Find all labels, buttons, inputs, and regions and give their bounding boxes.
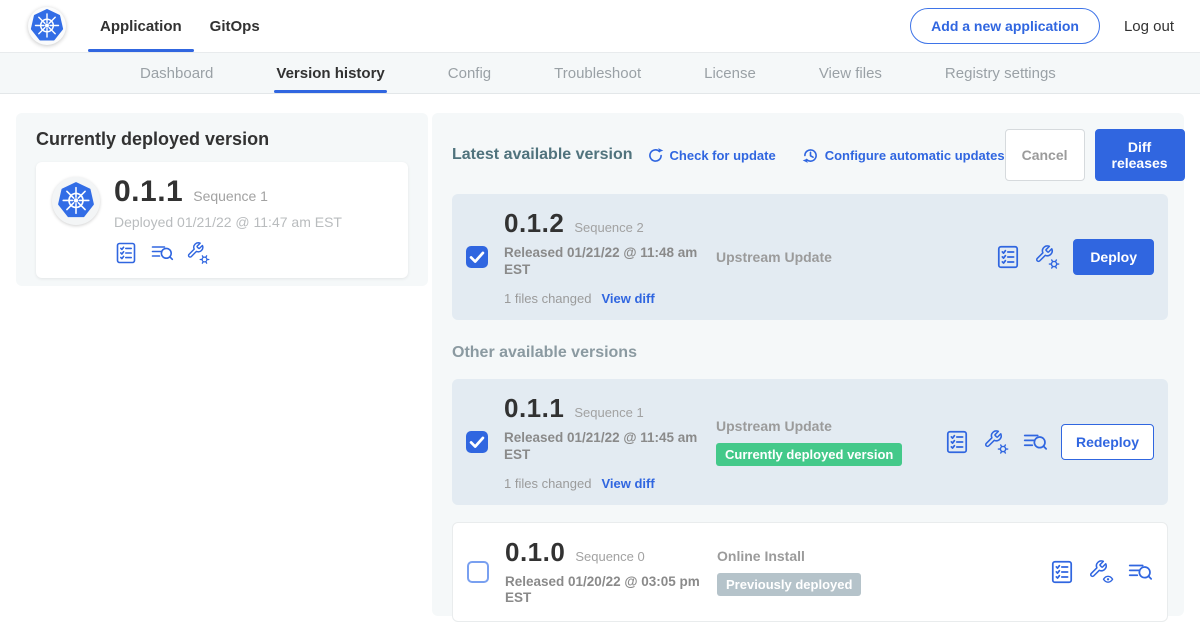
source-label: Upstream Update <box>716 249 995 265</box>
deployed-timestamp: Deployed 01/21/22 @ 11:47 am EST <box>114 214 342 230</box>
kubernetes-app-icon <box>52 177 100 225</box>
released-timestamp: Released 01/21/22 @ 11:45 am EST <box>504 430 702 464</box>
sequence-label: Sequence 1 <box>574 405 643 420</box>
deploy-button[interactable]: Deploy <box>1073 239 1154 275</box>
files-changed-label: 1 files changed <box>504 291 591 306</box>
version-number: 0.1.0 <box>505 537 565 568</box>
view-config-icon[interactable] <box>1088 559 1114 585</box>
diff-releases-button[interactable]: Diff releases <box>1095 129 1185 181</box>
latest-version-title: Latest available version <box>452 146 633 164</box>
edit-config-icon[interactable] <box>186 241 210 265</box>
version-number: 0.1.2 <box>504 208 564 239</box>
version-card-0-1-0: 0.1.0 Sequence 0 Released 01/20/22 @ 03:… <box>452 522 1168 623</box>
version-number: 0.1.1 <box>504 393 564 424</box>
subnav-dashboard[interactable]: Dashboard <box>140 53 213 93</box>
sequence-label: Sequence 0 <box>575 549 644 564</box>
topnav-tabs: Application GitOps <box>86 0 274 52</box>
currently-deployed-badge: Currently deployed version <box>716 443 902 466</box>
version-card-0-1-1: 0.1.1 Sequence 1 Released 01/21/22 @ 11:… <box>452 379 1168 505</box>
logout-link[interactable]: Log out <box>1124 18 1174 35</box>
configure-automatic-updates-link[interactable]: Configure automatic updates <box>802 147 1005 164</box>
check-for-update-link[interactable]: Check for update <box>647 147 776 164</box>
released-timestamp: Released 01/21/22 @ 11:48 am EST <box>504 245 702 279</box>
clock-refresh-icon <box>802 147 819 164</box>
files-changed-label: 1 files changed <box>504 476 591 491</box>
version-source: Upstream Update Currently deployed versi… <box>716 418 944 466</box>
preflight-checks-icon[interactable] <box>1049 559 1075 585</box>
version-history-panel: Latest available version Check for updat… <box>432 113 1184 616</box>
subnav-config[interactable]: Config <box>448 53 491 93</box>
preflight-checks-icon[interactable] <box>995 244 1021 270</box>
currently-deployed-panel: Currently deployed version 0.1.1 Sequenc… <box>16 113 428 286</box>
preflight-checks-icon[interactable] <box>944 429 970 455</box>
subnav-troubleshoot[interactable]: Troubleshoot <box>554 53 641 93</box>
version-info: 0.1.1 Sequence 1 Released 01/21/22 @ 11:… <box>504 393 716 491</box>
topnav-right: Add a new application Log out <box>910 8 1174 44</box>
deployed-version-number: 0.1.1 <box>114 175 183 209</box>
deploy-logs-icon[interactable] <box>150 241 174 265</box>
latest-version-header: Latest available version Check for updat… <box>452 129 1168 181</box>
version-checkbox[interactable] <box>466 246 488 268</box>
version-source: Online Install Previously deployed <box>717 548 1049 596</box>
redeploy-button[interactable]: Redeploy <box>1061 424 1154 460</box>
edit-config-icon[interactable] <box>983 429 1009 455</box>
check-for-update-label: Check for update <box>670 148 776 163</box>
version-info: 0.1.0 Sequence 0 Released 01/20/22 @ 03:… <box>505 537 717 608</box>
subnav-view-files[interactable]: View files <box>819 53 882 93</box>
source-label: Online Install <box>717 548 1049 564</box>
other-versions-title: Other available versions <box>452 344 1168 362</box>
refresh-icon <box>647 147 664 164</box>
sequence-label: Sequence 2 <box>574 220 643 235</box>
released-timestamp: Released 01/20/22 @ 03:05 pm EST <box>505 574 703 608</box>
cancel-button[interactable]: Cancel <box>1005 129 1085 181</box>
source-label: Upstream Update <box>716 418 944 434</box>
version-checkbox[interactable] <box>467 561 489 583</box>
add-application-button[interactable]: Add a new application <box>910 8 1100 44</box>
kubernetes-logo <box>28 7 66 45</box>
version-info: 0.1.2 Sequence 2 Released 01/21/22 @ 11:… <box>504 208 716 306</box>
deployed-version-info: 0.1.1 Sequence 1 Deployed 01/21/22 @ 11:… <box>114 175 342 265</box>
subnav-license[interactable]: License <box>704 53 756 93</box>
version-checkbox[interactable] <box>466 431 488 453</box>
subnav-version-history[interactable]: Version history <box>276 53 384 93</box>
view-diff-link[interactable]: View diff <box>601 476 654 491</box>
top-nav: Application GitOps Add a new application… <box>0 0 1200 52</box>
app-sub-nav: Dashboard Version history Config Trouble… <box>0 52 1200 94</box>
version-source: Upstream Update <box>716 249 995 265</box>
tab-application[interactable]: Application <box>86 0 196 52</box>
deploy-logs-icon[interactable] <box>1022 429 1048 455</box>
tab-gitops[interactable]: GitOps <box>196 0 274 52</box>
deploy-logs-icon[interactable] <box>1127 559 1153 585</box>
subnav-registry-settings[interactable]: Registry settings <box>945 53 1056 93</box>
configure-updates-label: Configure automatic updates <box>825 148 1005 163</box>
currently-deployed-title: Currently deployed version <box>36 129 408 150</box>
deployed-sequence-label: Sequence 1 <box>193 188 268 204</box>
preflight-checks-icon[interactable] <box>114 241 138 265</box>
view-diff-link[interactable]: View diff <box>601 291 654 306</box>
previously-deployed-badge: Previously deployed <box>717 573 861 596</box>
edit-config-icon[interactable] <box>1034 244 1060 270</box>
version-card-0-1-2: 0.1.2 Sequence 2 Released 01/21/22 @ 11:… <box>452 194 1168 320</box>
deployed-version-card: 0.1.1 Sequence 1 Deployed 01/21/22 @ 11:… <box>36 162 408 278</box>
